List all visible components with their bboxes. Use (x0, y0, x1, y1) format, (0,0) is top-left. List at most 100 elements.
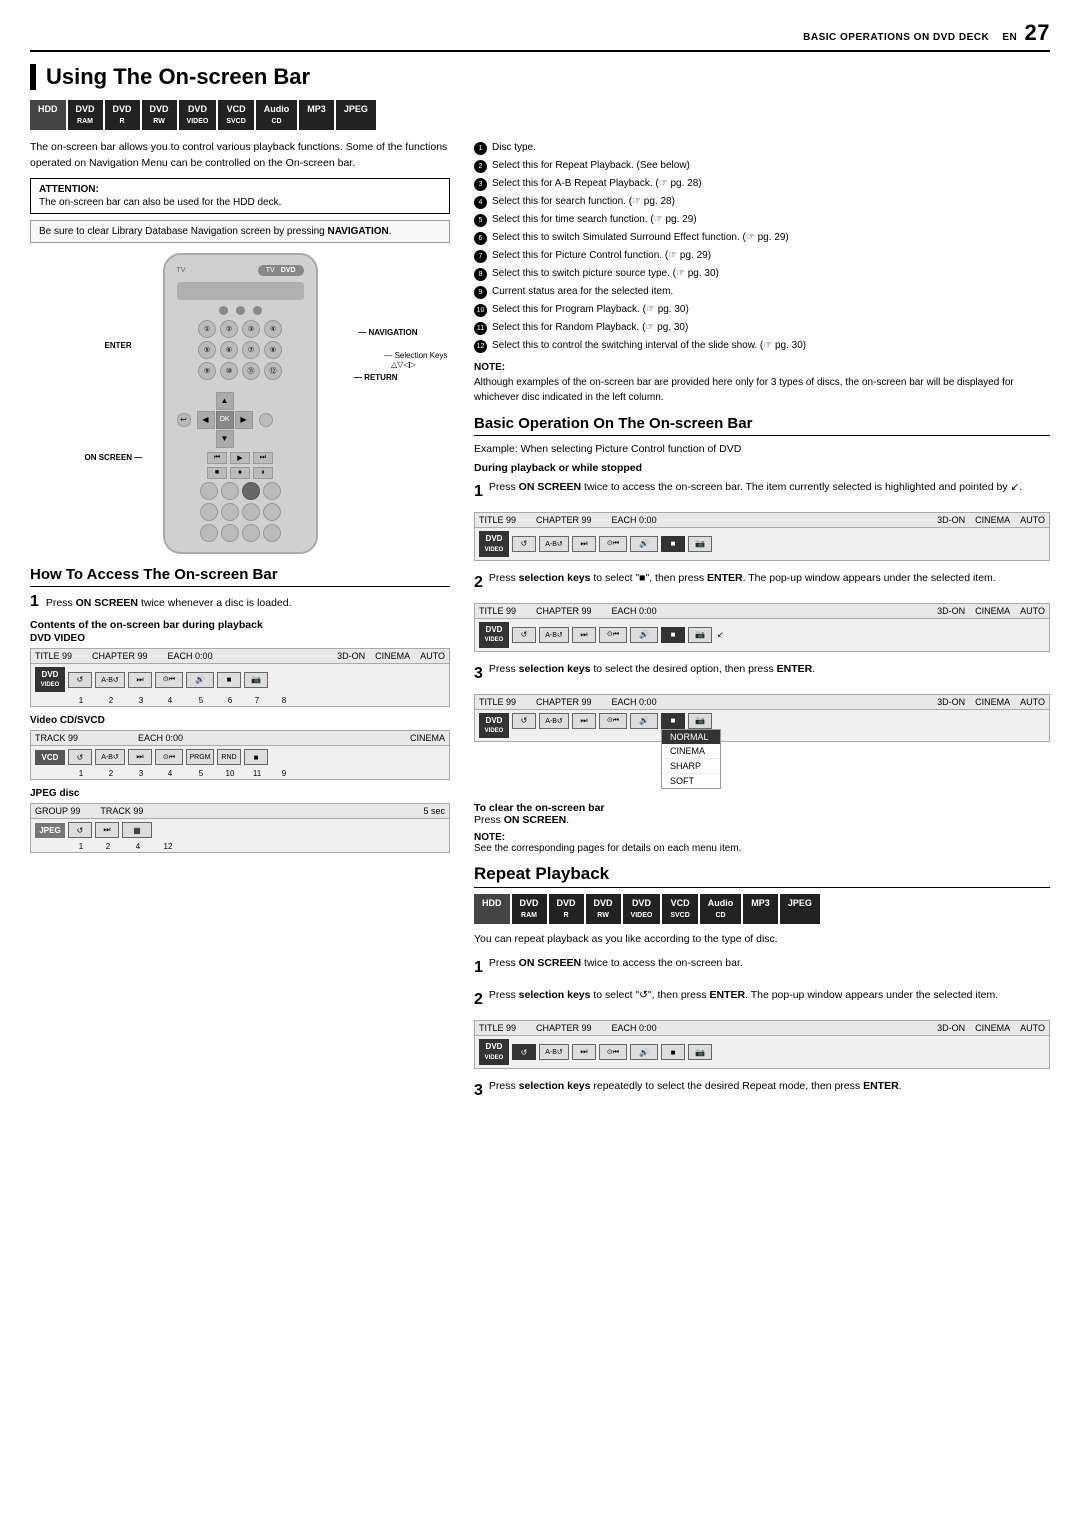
s3-icon-3[interactable]: ⏭ (572, 713, 596, 729)
remote-rec-btn[interactable]: ● (230, 467, 250, 479)
popup-normal[interactable]: NORMAL (662, 730, 720, 744)
remote-dpad-up[interactable]: ▲ (216, 392, 234, 410)
popup-cinema[interactable]: CINEMA (662, 744, 720, 759)
disc-btn-mp3[interactable]: MP3 (299, 100, 334, 130)
remote-btn-3[interactable]: ③ (242, 320, 260, 338)
remote-circle6[interactable] (221, 503, 239, 521)
dvd-icon-search[interactable]: ⊙⏮ (155, 672, 183, 688)
remote-circle11[interactable] (242, 524, 260, 542)
disc-btn-dvd-ram[interactable]: DVDRAM (68, 100, 103, 130)
rp-icon-5[interactable]: 🔊 (630, 1044, 658, 1060)
jpeg-icon-skip[interactable]: ⏭ (95, 822, 119, 838)
disc-btn-dvd-r[interactable]: DVDR (105, 100, 140, 130)
s2-icon-1[interactable]: ↺ (512, 627, 536, 643)
repeat-btn-hdd[interactable]: HDD (474, 894, 510, 924)
repeat-btn-audio-cd[interactable]: AudioCD (700, 894, 742, 924)
rp-icon-4[interactable]: ⊙⏮ (599, 1044, 627, 1060)
remote-btn-10[interactable]: ⑩ (220, 362, 238, 380)
remote-extra-btn[interactable] (259, 413, 273, 427)
s2-icon-4[interactable]: ⊙⏮ (599, 627, 627, 643)
dvd-icon-stop[interactable]: ■ (217, 672, 241, 688)
s3-icon-7[interactable]: 📷 (688, 713, 712, 729)
remote-circle10[interactable] (221, 524, 239, 542)
s1-icon-6-highlighted[interactable]: ■ (661, 536, 685, 552)
rp-icon-3[interactable]: ⏭ (572, 1044, 596, 1060)
repeat-btn-dvd-ram[interactable]: DVDRAM (512, 894, 547, 924)
vcd-icon-ab[interactable]: A-B↺ (95, 749, 125, 765)
remote-pause-btn[interactable]: ⏸ (253, 467, 273, 479)
vcd-icon-skip[interactable]: ⏭ (128, 749, 152, 765)
remote-btn-4[interactable]: ④ (264, 320, 282, 338)
s1-icon-3[interactable]: ⏭ (572, 536, 596, 552)
disc-btn-vcd[interactable]: VCDSVCD (218, 100, 253, 130)
remote-btn-7[interactable]: ⑦ (242, 341, 260, 359)
disc-btn-hdd[interactable]: HDD (30, 100, 66, 130)
s3-icon-2[interactable]: A-B↺ (539, 713, 569, 729)
s3-icon-1[interactable]: ↺ (512, 713, 536, 729)
remote-play-btn[interactable]: ▶ (230, 452, 250, 464)
repeat-btn-dvd-rw[interactable]: DVDRW (586, 894, 621, 924)
popup-sharp[interactable]: SHARP (662, 759, 720, 774)
s3-icon-5[interactable]: 🔊 (630, 713, 658, 729)
remote-dpad-right[interactable]: ▶ (235, 411, 253, 429)
remote-circle3[interactable] (242, 482, 260, 500)
rp-icon-2[interactable]: A-B↺ (539, 1044, 569, 1060)
s1-icon-5[interactable]: 🔊 (630, 536, 658, 552)
jpeg-icon-slide[interactable]: ▦ (122, 822, 152, 838)
remote-btn-11[interactable]: ⑪ (242, 362, 260, 380)
remote-circle8[interactable] (263, 503, 281, 521)
disc-btn-jpeg[interactable]: JPEG (336, 100, 376, 130)
s2-icon-5[interactable]: 🔊 (630, 627, 658, 643)
remote-btn-5[interactable]: ⑤ (198, 341, 216, 359)
remote-circle2[interactable] (221, 482, 239, 500)
vcd-icon-repeat[interactable]: ↺ (68, 749, 92, 765)
disc-btn-dvd-rw[interactable]: DVDRW (142, 100, 177, 130)
dvd-icon-audio[interactable]: 🔊 (186, 672, 214, 688)
remote-btn-1[interactable]: ① (198, 320, 216, 338)
remote-circle12[interactable] (263, 524, 281, 542)
disc-btn-audio-cd[interactable]: AudioCD (256, 100, 298, 130)
s2-icon-2[interactable]: A-B↺ (539, 627, 569, 643)
s1-icon-1[interactable]: ↺ (512, 536, 536, 552)
remote-stop-btn[interactable]: ■ (207, 467, 227, 479)
s2-icon-3[interactable]: ⏭ (572, 627, 596, 643)
s3-icon-6[interactable]: ■ (661, 713, 685, 729)
dvd-icon-ab[interactable]: A-B↺ (95, 672, 125, 688)
remote-btn-8[interactable]: ⑧ (264, 341, 282, 359)
s1-icon-2[interactable]: A-B↺ (539, 536, 569, 552)
remote-dpad-down[interactable]: ▼ (216, 430, 234, 448)
disc-btn-dvd-video[interactable]: DVDVIDEO (179, 100, 217, 130)
repeat-btn-dvd-video[interactable]: DVDVIDEO (623, 894, 661, 924)
s1-icon-4[interactable]: ⊙⏮ (599, 536, 627, 552)
remote-btn-2[interactable]: ② (220, 320, 238, 338)
dvd-icon-skip[interactable]: ⏭ (128, 672, 152, 688)
remote-circle9[interactable] (200, 524, 218, 542)
rp-icon-6[interactable]: ■ (661, 1044, 685, 1060)
vcd-icon-search[interactable]: ⊙⏮ (155, 749, 183, 765)
repeat-btn-mp3[interactable]: MP3 (743, 894, 778, 924)
remote-switch[interactable]: TV DVD (258, 265, 304, 276)
s2-icon-7[interactable]: 📷 (688, 627, 712, 643)
dvd-icon-repeat[interactable]: ↺ (68, 672, 92, 688)
vcd-icon-prgm[interactable]: PRGM (186, 749, 214, 765)
repeat-btn-dvd-r[interactable]: DVDR (549, 894, 584, 924)
jpeg-icon-repeat[interactable]: ↺ (68, 822, 92, 838)
remote-circle5[interactable] (200, 503, 218, 521)
remote-circle4[interactable] (263, 482, 281, 500)
rp-icon-7[interactable]: 📷 (688, 1044, 712, 1060)
s1-icon-7[interactable]: 📷 (688, 536, 712, 552)
repeat-btn-vcd[interactable]: VCDSVCD (662, 894, 697, 924)
remote-enter-btn[interactable]: ↩ (177, 413, 191, 427)
remote-circle7[interactable] (242, 503, 260, 521)
remote-dpad-left[interactable]: ◀ (197, 411, 215, 429)
remote-btn-6[interactable]: ⑥ (220, 341, 238, 359)
s2-icon-6[interactable]: ■ (661, 627, 685, 643)
s3-icon-4[interactable]: ⊙⏮ (599, 713, 627, 729)
vcd-icon-stop[interactable]: ■ (244, 749, 268, 765)
remote-next-btn[interactable]: ⏭ (253, 452, 273, 464)
rp-icon-1[interactable]: ↺ (512, 1044, 536, 1060)
repeat-btn-jpeg[interactable]: JPEG (780, 894, 820, 924)
vcd-icon-rnd[interactable]: RND (217, 749, 241, 765)
remote-circle1[interactable] (200, 482, 218, 500)
remote-prev-btn[interactable]: ⏮ (207, 452, 227, 464)
